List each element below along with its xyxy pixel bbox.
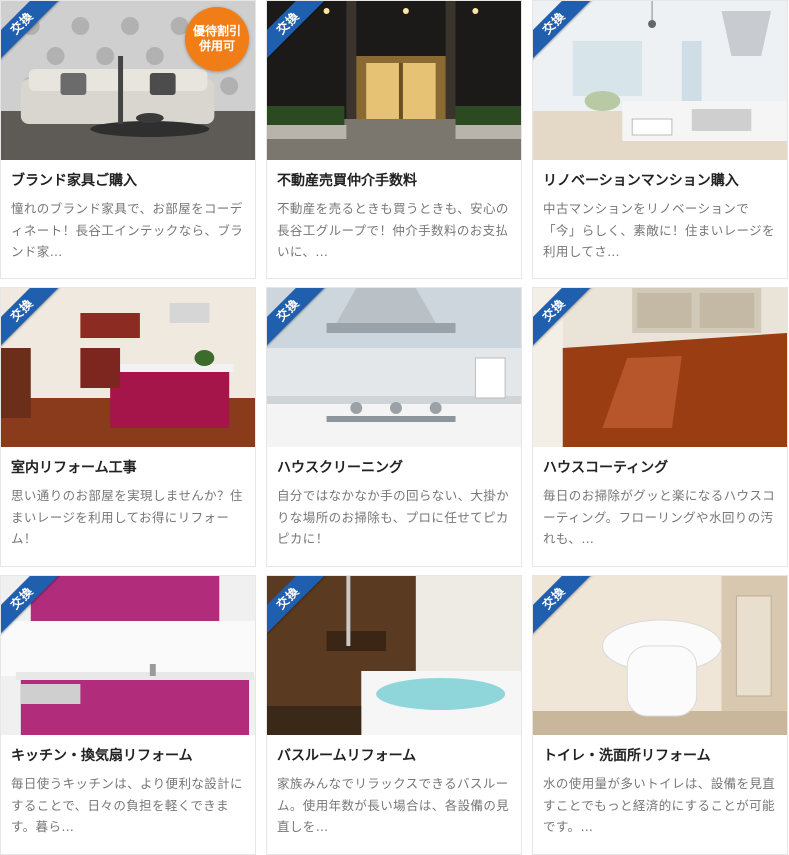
glossy-floor-photo [533,288,787,447]
card-title: ハウスコーティング [543,460,669,476]
card-image: 交換 [267,576,521,735]
service-card-interior-reform[interactable]: 交換 室内リフォーム工事 思い通りのお部屋を実現しませんか？住まいレージを利用し… [0,287,256,567]
card-image: 交換 [267,288,521,447]
badge-line-1: 優待割引 [192,24,241,38]
toilet-photo [533,576,787,735]
service-card-kitchen-reform[interactable]: 交換 キッチン・換気扇リフォーム 毎日使うキッチンは、より便利な設計にすることで… [0,575,256,855]
service-card-house-cleaning[interactable]: 交換 ハウスクリーニング 自分ではなかなか手の回らない、大掛かりな場所のお掃除も… [266,287,522,567]
card-title: 室内リフォーム工事 [11,460,137,476]
card-description: 毎日使うキッチンは、より便利な設計にすることで、日々の負担を軽くできます。暮ら… [11,776,243,834]
card-description: 家族みんなでリラックスできるバスルーム。使用年数が長い場合は、各設備の見直しを… [277,776,510,834]
card-image: 交換 [533,576,787,735]
service-card-brand-furniture[interactable]: 交換 優待割引 併用可 ブランド家具ご購入 憧れのブランド家具で、お部屋をコーデ… [0,0,256,279]
discount-badge: 優待割引 併用可 [185,7,249,71]
service-card-house-coating[interactable]: 交換 ハウスコーティング 毎日のお掃除がグッと楽になるハウスコーティング。フロー… [532,287,788,567]
badge-line-2: 併用可 [198,39,235,53]
bathroom-photo [267,576,521,735]
service-card-grid: 交換 優待割引 併用可 ブランド家具ご購入 憧れのブランド家具で、お部屋をコーデ… [0,0,789,855]
pink-kitchen-photo [1,576,255,735]
card-image: 交換 [533,1,787,160]
card-description: 憧れのブランド家具で、お部屋をコーディネート！長谷工インテックなら、ブランド家… [11,201,244,259]
building-entrance-photo [267,1,521,160]
service-card-toilet-reform[interactable]: 交換 トイレ・洗面所リフォーム 水の使用量が多いトイレは、設備を見直すことでもっ… [532,575,788,855]
card-description: 自分ではなかなか手の回らない、大掛かりな場所のお掃除も、プロに任せてピカピカに！ [277,488,510,546]
renovated-room-photo [533,1,787,160]
service-card-bathroom-reform[interactable]: 交換 バスルームリフォーム 家族みんなでリラックスできるバスルーム。使用年数が長… [266,575,522,855]
card-description: 思い通りのお部屋を実現しませんか？住まいレージを利用してお得にリフォーム！ [11,488,243,546]
card-title: 不動産売買仲介手数料 [277,173,417,189]
card-title: ブランド家具ご購入 [11,173,137,189]
card-description: 毎日のお掃除がグッと楽になるハウスコーティング。フローリングや水回りの汚れも、… [543,488,776,546]
card-title: バスルームリフォーム [277,748,417,764]
clean-kitchen-photo [267,288,521,447]
card-title: トイレ・洗面所リフォーム [543,748,711,764]
card-title: ハウスクリーニング [277,460,403,476]
card-image: 交換 優待割引 併用可 [1,1,255,160]
card-image: 交換 [1,576,255,735]
card-image: 交換 [267,1,521,160]
card-image: 交換 [533,288,787,447]
card-title: リノベーションマンション購入 [543,173,739,189]
service-card-renovation-mansion[interactable]: 交換 リノベーションマンション購入 中古マンションをリノベーションで「今」らしく… [532,0,788,279]
card-image: 交換 [1,288,255,447]
service-card-real-estate[interactable]: 交換 不動産売買仲介手数料 不動産を売るときも買うときも、安心の長谷工グループで… [266,0,522,279]
interior-kitchen-photo [1,288,255,447]
card-description: 中古マンションをリノベーションで「今」らしく、素敵に！住まいレージを利用してさ… [543,201,775,259]
card-description: 不動産を売るときも買うときも、安心の長谷工グループで！仲介手数料のお支払いに、… [277,201,509,259]
card-title: キッチン・換気扇リフォーム [11,748,193,764]
card-description: 水の使用量が多いトイレは、設備を見直すことでもっと経済的にすることが可能です。… [543,776,776,834]
